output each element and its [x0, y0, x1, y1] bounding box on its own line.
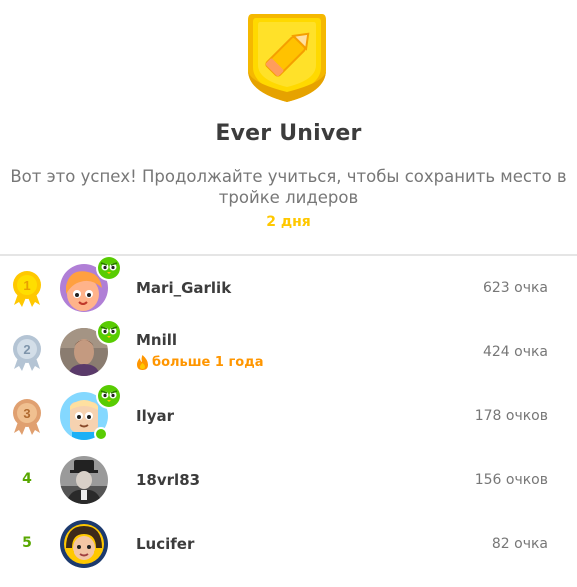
avatar[interactable]: [60, 520, 108, 568]
super-owl-icon: [96, 319, 122, 345]
leaderboard-row[interactable]: 4 18vrl83 156 очков: [0, 449, 577, 513]
user-name[interactable]: Lucifer: [136, 535, 194, 553]
streak-text: больше 1 года: [152, 355, 264, 370]
xp-value: 178 очков: [474, 408, 548, 424]
league-header: Ever Univer Вот это успех! Продолжайте у…: [0, 0, 577, 254]
leaderboard-row[interactable]: 5 Lucifer 82 очка: [0, 513, 577, 577]
xp-value: 82 очка: [491, 536, 548, 552]
flame-icon: [137, 355, 148, 370]
user-name[interactable]: Mari_Garlik: [136, 279, 231, 297]
super-owl-icon: [96, 255, 122, 281]
rank-number: 4: [22, 471, 32, 487]
league-title: Ever Univer: [215, 121, 362, 146]
pencil-shield-badge-icon: [248, 14, 326, 102]
bronze-medal-icon: 3: [13, 399, 41, 435]
leaderboard-row[interactable]: 1 Mari_Garlik 623 очка: [0, 255, 577, 321]
online-indicator: [94, 427, 108, 441]
svg-text:1: 1: [23, 278, 30, 293]
xp-value: 424 очка: [482, 344, 548, 360]
days-left: 2 дня: [266, 214, 311, 230]
user-name[interactable]: Ilyar: [136, 407, 174, 425]
svg-text:3: 3: [23, 406, 30, 421]
leaderboard-row[interactable]: 3 Ilyar 178 очков: [0, 383, 577, 449]
avatar[interactable]: [60, 456, 108, 504]
user-name[interactable]: Mnill: [136, 331, 177, 349]
rank-number: 5: [22, 535, 32, 551]
user-name[interactable]: 18vrl83: [136, 471, 200, 489]
streak-label: больше 1 года: [136, 355, 263, 370]
gold-medal-icon: 1: [13, 271, 41, 307]
silver-medal-icon: 2: [13, 335, 41, 371]
super-owl-icon: [96, 383, 122, 409]
league-subtitle: Вот это успех! Продолжайте учиться, чтоб…: [10, 167, 567, 207]
xp-value: 156 очков: [474, 472, 548, 488]
svg-text:2: 2: [23, 342, 30, 357]
xp-value: 623 очка: [482, 280, 548, 296]
divider: [0, 254, 577, 256]
leaderboard-row[interactable]: 2 Mnill больше 1 года 424 очка: [0, 319, 577, 385]
